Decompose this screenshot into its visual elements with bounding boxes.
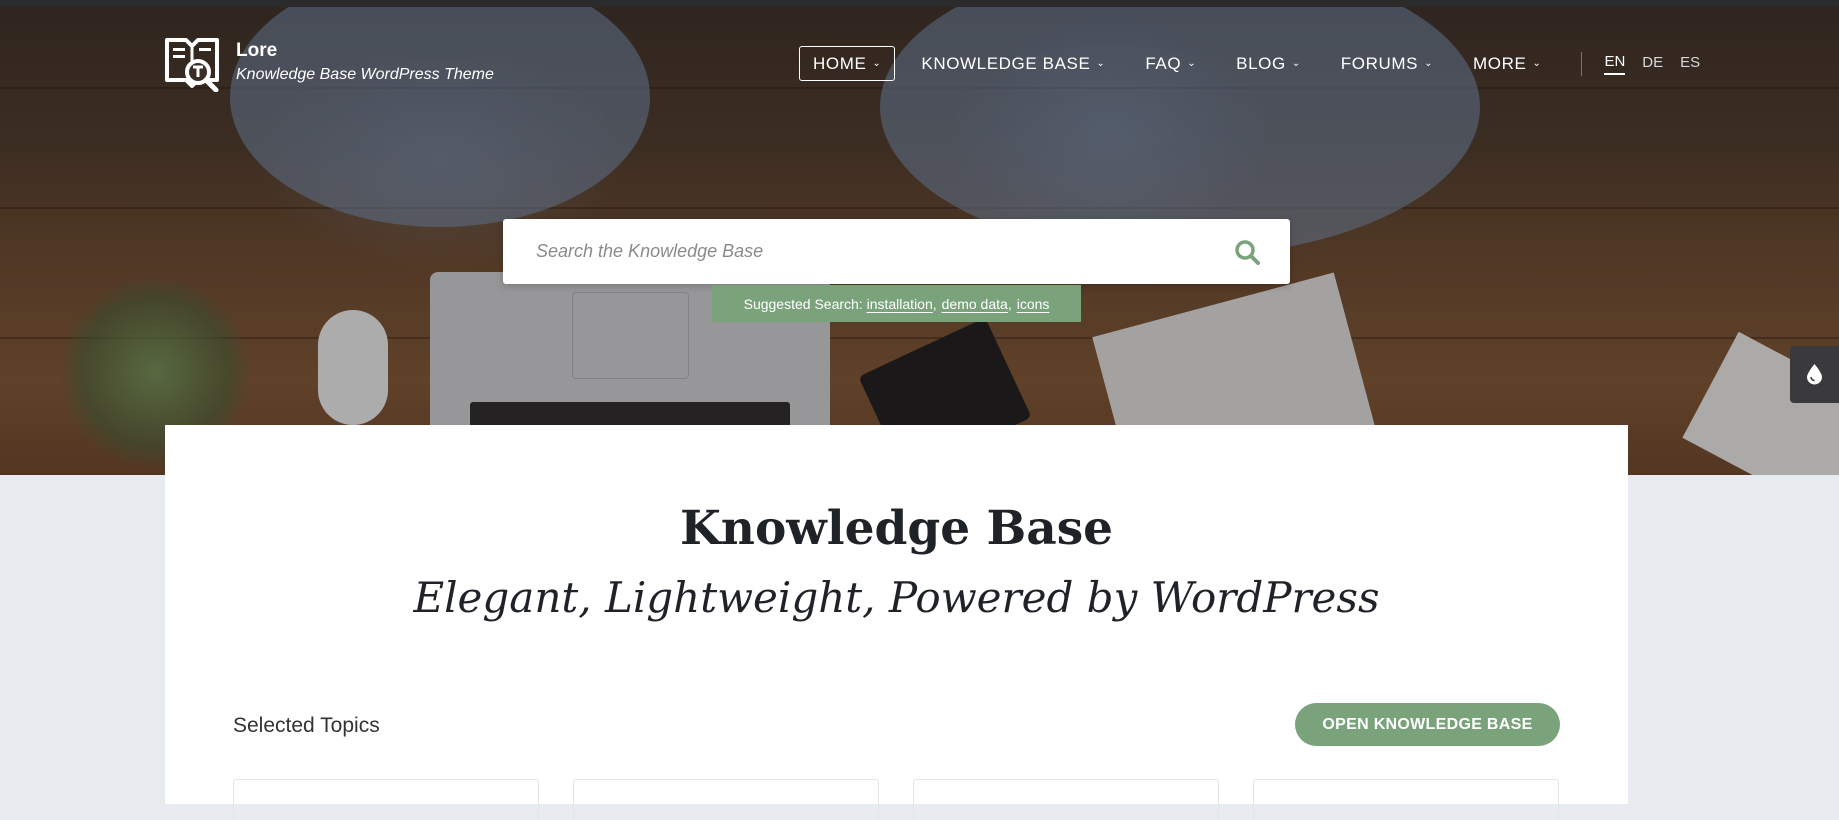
chevron-down-icon: ⌄ [1532, 57, 1542, 69]
page-subtitle: Elegant, Lightweight, Powered by WordPre… [413, 573, 1380, 622]
chevron-down-icon: ⌄ [1096, 57, 1106, 69]
search-icon[interactable] [1234, 239, 1260, 265]
search-input[interactable] [503, 219, 1203, 284]
search-box [503, 219, 1290, 284]
nav-item-home[interactable]: HOME ⌄ [799, 46, 896, 81]
suggested-search-label: Suggested Search: [743, 295, 863, 312]
nav-item-blog[interactable]: BLOG ⌄ [1222, 46, 1315, 81]
nav-item-label: HOME [813, 54, 867, 73]
brand-tagline: Knowledge Base WordPress Theme [236, 66, 494, 83]
nav-item-label: KNOWLEDGE BASE [921, 54, 1091, 73]
suggested-term-link[interactable]: installation [867, 296, 933, 312]
language-de[interactable]: DE [1642, 54, 1663, 74]
chevron-down-icon: ⌄ [1291, 57, 1301, 69]
style-switcher-toggle[interactable] [1790, 346, 1839, 403]
main-navigation: HOME ⌄ KNOWLEDGE BASE ⌄ FAQ ⌄ BLOG ⌄ FOR… [799, 46, 1717, 81]
browser-top-strip [0, 0, 1839, 7]
suggested-term-link[interactable]: demo data [942, 296, 1008, 312]
site-logo[interactable]: Lore Knowledge Base WordPress Theme [164, 34, 494, 92]
nav-item-forums[interactable]: FORUMS ⌄ [1327, 46, 1447, 81]
language-es[interactable]: ES [1680, 54, 1700, 74]
nav-item-label: MORE [1473, 54, 1527, 73]
suggested-term-link[interactable]: icons [1017, 296, 1050, 312]
topic-card[interactable] [573, 779, 879, 820]
nav-divider [1581, 51, 1583, 76]
nav-item-label: BLOG [1236, 54, 1286, 73]
chevron-down-icon: ⌄ [1424, 57, 1434, 69]
topic-card[interactable] [913, 779, 1219, 820]
brand-name: Lore [236, 40, 278, 61]
nav-item-label: FAQ [1145, 54, 1182, 73]
nav-item-label: FORUMS [1340, 54, 1419, 73]
nav-item-knowledge-base[interactable]: KNOWLEDGE BASE ⌄ [907, 46, 1119, 81]
open-knowledge-base-button[interactable]: OPEN KNOWLEDGE BASE [1295, 703, 1560, 746]
topic-card[interactable] [233, 779, 539, 820]
suggested-search: Suggested Search: installation, demo data… [712, 285, 1081, 322]
logo-book-magnifier-icon [165, 38, 219, 92]
nav-item-faq[interactable]: FAQ ⌄ [1131, 46, 1210, 81]
page-title: Knowledge Base [679, 501, 1114, 556]
chevron-down-icon: ⌄ [1187, 57, 1197, 69]
language-en[interactable]: EN [1604, 53, 1626, 75]
topic-card[interactable] [1253, 779, 1559, 820]
selected-topics-heading: Selected Topics [233, 714, 380, 737]
main-content-card: Knowledge Base Elegant, Lightweight, Pow… [165, 425, 1628, 820]
water-drop-icon [1807, 364, 1822, 385]
chevron-down-icon: ⌄ [872, 57, 882, 69]
nav-item-more[interactable]: MORE ⌄ [1459, 46, 1555, 81]
